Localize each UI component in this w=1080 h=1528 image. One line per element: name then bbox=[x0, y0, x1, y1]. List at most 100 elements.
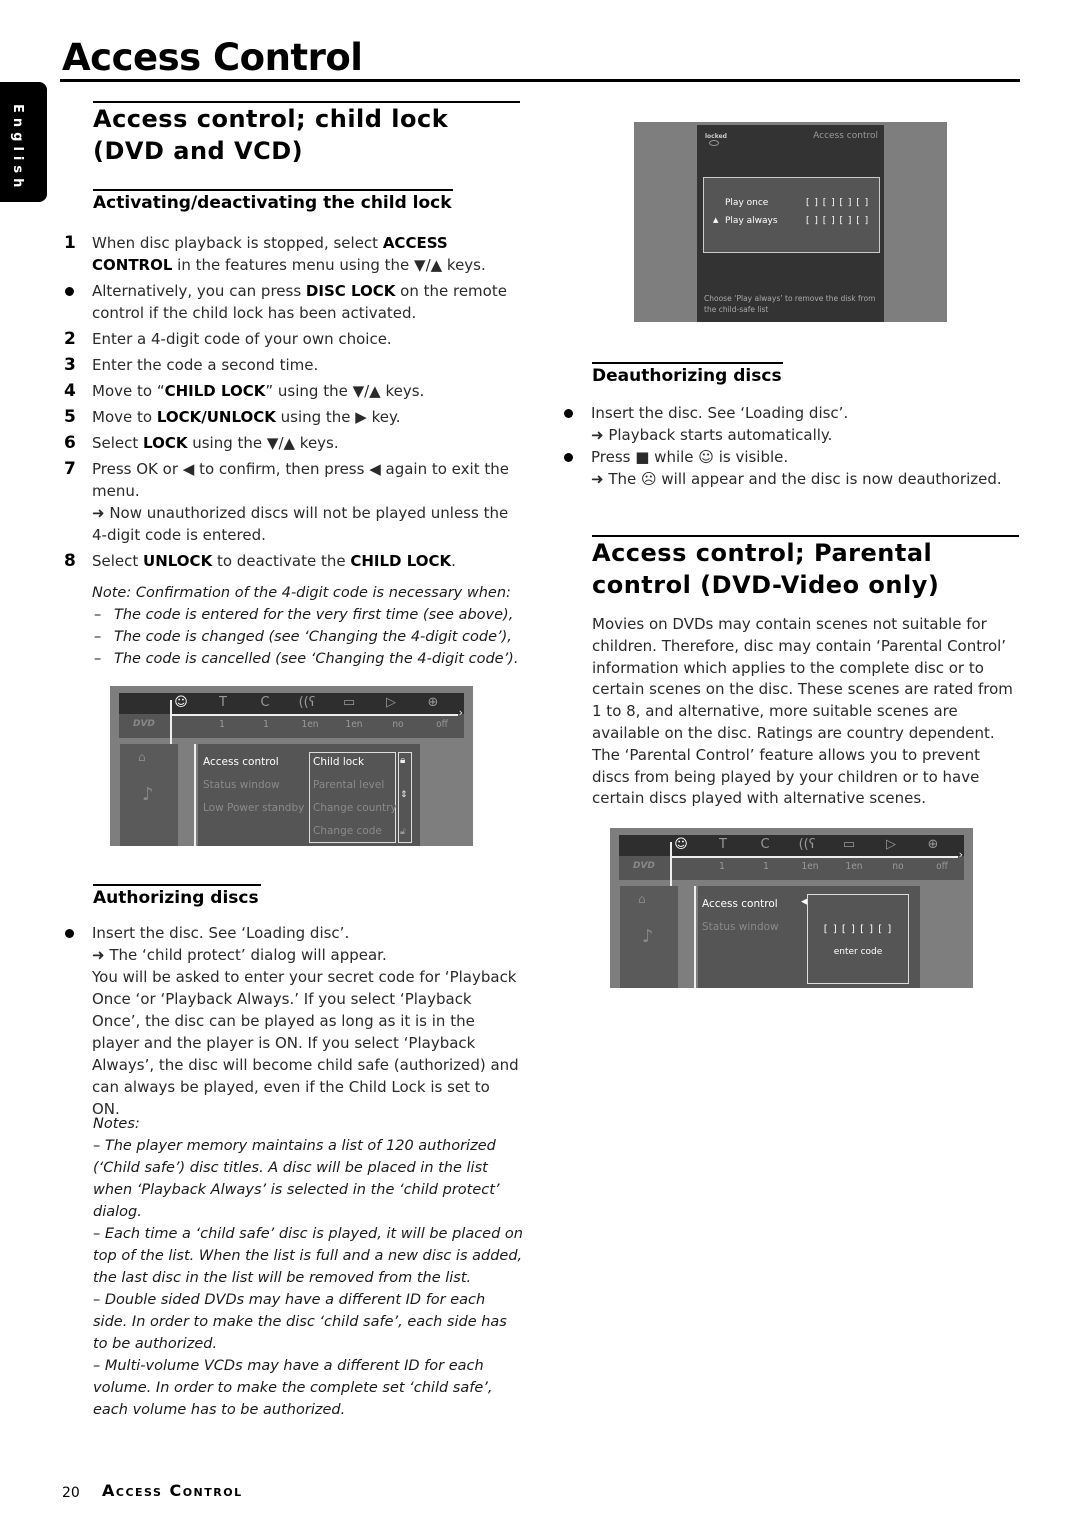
step-text: Move to LOCK/UNLOCK using the ▶ key. bbox=[92, 408, 401, 426]
option-play-once[interactable]: Play once bbox=[725, 198, 768, 208]
audio-icon[interactable]: ((ʕ bbox=[297, 695, 317, 710]
section-title-line1: Access control; child lock bbox=[93, 105, 449, 133]
enter-code-prompt: enter code bbox=[833, 947, 883, 957]
section-title-parental: Access control; Parental control (DVD-Vi… bbox=[592, 535, 1019, 601]
osd-value: off bbox=[936, 861, 948, 872]
menu-item-access-control[interactable]: Access control bbox=[702, 898, 778, 910]
menu-item-status-window[interactable]: Status window bbox=[702, 921, 779, 933]
deauth-step-result: ➜ Playback starts automatically. bbox=[591, 426, 833, 444]
step-number: 2 bbox=[64, 329, 76, 349]
option-play-always[interactable]: Play always bbox=[725, 216, 778, 226]
deauthorizing-title: Deauthorizing discs bbox=[592, 362, 783, 388]
step-text: When disc playback is stopped, select AC… bbox=[92, 234, 486, 274]
enter-code-box: [ ] [ ] [ ] [ ] enter code bbox=[807, 894, 909, 984]
code-play-always[interactable]: [ ] [ ] [ ] [ ] bbox=[806, 216, 869, 226]
subtitle-icon[interactable]: ▭ bbox=[839, 837, 859, 852]
menu-item-status-window[interactable]: Status window bbox=[203, 779, 280, 791]
deauth-step: Press ■ while ☺ is visible. ➜ The ☹ will … bbox=[561, 446, 1021, 490]
language-tab: English bbox=[0, 82, 47, 202]
music-note-icon: ♪ bbox=[142, 784, 154, 805]
osd-value: 1 bbox=[763, 861, 769, 872]
authorizing-step: Insert the disc. See ‘Loading disc’. bbox=[92, 924, 350, 942]
viewer-icon[interactable]: ☺ bbox=[671, 837, 691, 852]
step-text: Alternatively, you can press DISC LOCK o… bbox=[92, 282, 507, 322]
zoom-icon[interactable]: ⊕ bbox=[923, 837, 943, 852]
angle-icon[interactable]: ▷ bbox=[881, 837, 901, 852]
osd-value: 1en bbox=[345, 719, 363, 730]
steps-list: 1 When disc playback is stopped, select A… bbox=[62, 232, 512, 576]
step-text: Select LOCK using the ▼/▲ keys. bbox=[92, 434, 339, 452]
step-item: 2 Enter a 4-digit code of your own choice… bbox=[62, 328, 512, 350]
title-icon[interactable]: T bbox=[713, 837, 733, 852]
authorizing-result: ➜ The ‘child protect’ dialog will appear… bbox=[92, 946, 387, 964]
deauthorizing-steps: Insert the disc. See ‘Loading disc’. ➜ Pl… bbox=[561, 402, 1021, 490]
dvd-logo: DVD bbox=[633, 861, 655, 871]
up-down-icon: ⇕ bbox=[400, 790, 408, 800]
picture-icon: ⌂ bbox=[638, 892, 646, 906]
dialog-panel: locked Access control Play once [ ] [ ] … bbox=[697, 125, 884, 322]
section-title-line2: (DVD and VCD) bbox=[93, 137, 304, 165]
osd-guide-line bbox=[670, 856, 958, 858]
arrow-right-icon: › bbox=[958, 848, 963, 861]
bullet-icon bbox=[564, 409, 573, 418]
deauth-step-result: ➜ The ☹ will appear and the disc is now … bbox=[591, 470, 1002, 488]
submenu-change-code[interactable]: Change code bbox=[313, 825, 382, 837]
code-input[interactable]: [ ] [ ] [ ] [ ] bbox=[808, 924, 908, 935]
play-options-box: Play once [ ] [ ] [ ] [ ] ▲ Play always … bbox=[703, 177, 880, 253]
lock-closed-icon: 🔒︎ bbox=[400, 755, 406, 766]
note-item: – Each time a ‘child safe’ disc is playe… bbox=[93, 1226, 523, 1286]
osd-guide-line bbox=[694, 886, 696, 988]
osd-guide-line bbox=[170, 714, 458, 716]
chapter-icon[interactable]: C bbox=[255, 695, 275, 710]
step-number: 5 bbox=[64, 407, 76, 427]
step-number: 6 bbox=[64, 433, 76, 453]
note-item: The code is entered for the very first t… bbox=[92, 604, 522, 626]
subtitle-icon[interactable]: ▭ bbox=[339, 695, 359, 710]
osd-guide-line bbox=[194, 744, 196, 846]
bullet-icon bbox=[65, 929, 74, 938]
section-title-child-lock: Access control; child lock (DVD and VCD) bbox=[93, 101, 520, 167]
submenu-child-lock[interactable]: Child lock bbox=[313, 756, 364, 768]
chapter-icon[interactable]: C bbox=[755, 837, 775, 852]
osd-value: 1en bbox=[845, 861, 863, 872]
notes-block: Notes: – The player memory maintains a l… bbox=[93, 1113, 523, 1421]
code-play-once[interactable]: [ ] [ ] [ ] [ ] bbox=[806, 198, 869, 208]
note-item: – Double sided DVDs may have a different… bbox=[93, 1292, 507, 1352]
authorizing-body: You will be asked to enter your secret c… bbox=[92, 968, 519, 1118]
osd-value: 1 bbox=[219, 719, 225, 730]
disc-icon bbox=[709, 140, 719, 146]
submenu-parental-level[interactable]: Parental level bbox=[313, 779, 384, 791]
osd-value: no bbox=[892, 861, 904, 872]
picture-icon: ⌂ bbox=[138, 750, 146, 764]
footer-title: Access Control bbox=[102, 1481, 243, 1500]
note-item: – The player memory maintains a list of … bbox=[93, 1138, 500, 1220]
audio-icon[interactable]: ((ʕ bbox=[797, 837, 817, 852]
menu-item-low-power-standby[interactable]: Low Power standby bbox=[203, 802, 304, 814]
osd-enter-code-screenshot: ☺ T C ((ʕ ▭ ▷ ⊕ DVD 1 1 1en 1en no off › ⌂ ♪ Access… bbox=[610, 828, 973, 988]
step-item: 1 When disc playback is stopped, select A… bbox=[62, 232, 512, 276]
step-text: Enter a 4-digit code of your own choice. bbox=[92, 330, 392, 348]
note-item: The code is changed (see ‘Changing the 4… bbox=[92, 626, 522, 648]
deauth-step-text: Press ■ while ☺ is visible. bbox=[591, 448, 789, 466]
notes-label: Notes: bbox=[93, 1116, 140, 1132]
step-item: 4 Move to “CHILD LOCK” using the ▼/▲ keys… bbox=[62, 380, 512, 402]
viewer-icon[interactable]: ☺ bbox=[171, 695, 191, 710]
title-rule bbox=[60, 79, 1020, 82]
step-number: 7 bbox=[64, 459, 76, 479]
zoom-icon[interactable]: ⊕ bbox=[423, 695, 443, 710]
bullet-icon bbox=[65, 287, 74, 296]
osd-value: 1 bbox=[719, 861, 725, 872]
dvd-logo: DVD bbox=[133, 719, 155, 729]
step-text: Enter the code a second time. bbox=[92, 356, 319, 374]
parental-title-line2: control (DVD-Video only) bbox=[592, 571, 940, 599]
note-item: – Multi-volume VCDs may have a different… bbox=[93, 1358, 493, 1418]
title-icon[interactable]: T bbox=[213, 695, 233, 710]
confirmation-note: Note: Confirmation of the 4-digit code i… bbox=[92, 582, 522, 670]
menu-item-access-control[interactable]: Access control bbox=[203, 756, 279, 768]
lock-toggle[interactable]: 🔒︎ ⇕ 🔓︎ bbox=[398, 752, 412, 843]
osd-submenu: Child lock Parental level Change country… bbox=[309, 752, 397, 843]
step-item: 6 Select LOCK using the ▼/▲ keys. bbox=[62, 432, 512, 454]
angle-icon[interactable]: ▷ bbox=[381, 695, 401, 710]
submenu-change-country[interactable]: Change country bbox=[313, 802, 397, 814]
music-note-icon: ♪ bbox=[642, 926, 654, 947]
